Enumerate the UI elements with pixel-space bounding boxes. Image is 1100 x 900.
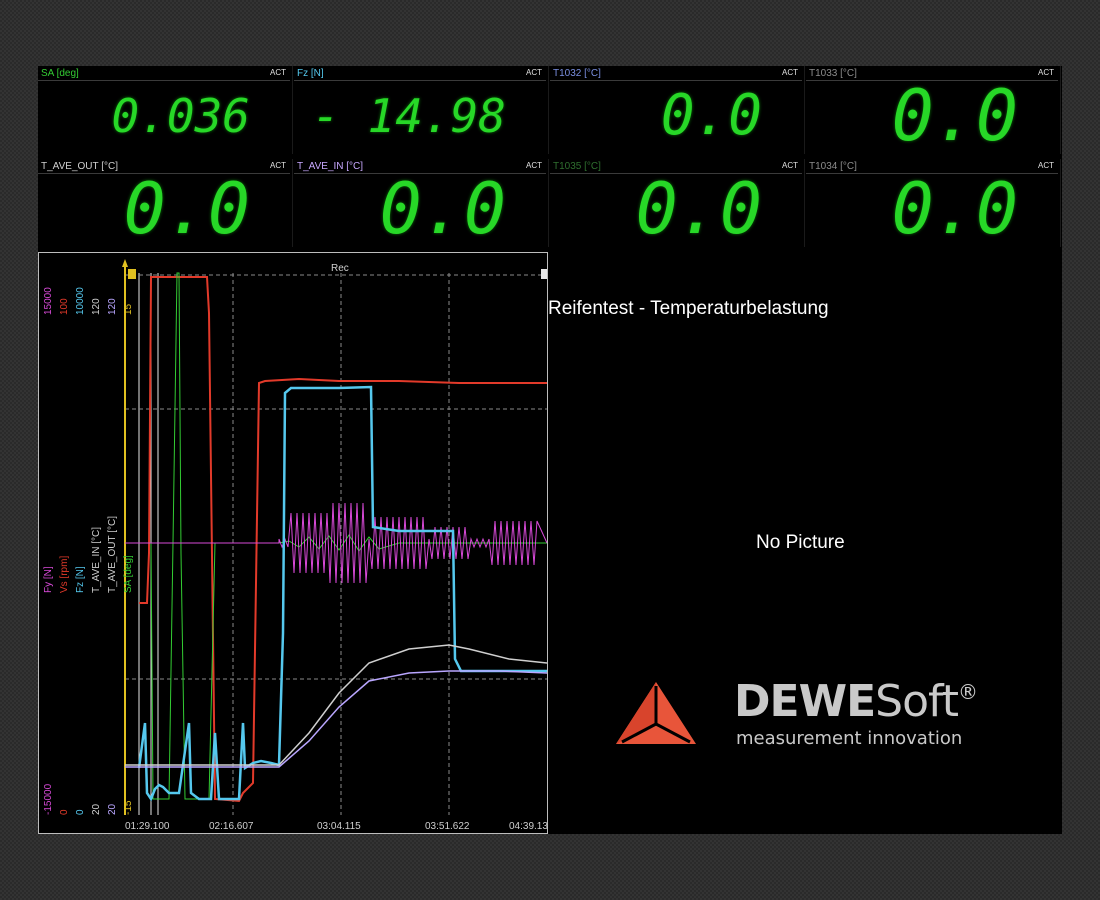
meter-0[interactable]: SA [deg] ACT 0.036: [38, 66, 293, 154]
axis-max-label: 10000: [75, 287, 86, 315]
time-label: 02:16.607: [209, 821, 254, 832]
meter-label: T_AVE_IN [°C]: [297, 161, 364, 172]
meter-act-label: ACT: [526, 68, 542, 77]
time-label: 03:04.115: [317, 821, 361, 832]
cursor-flag-left: [128, 269, 136, 279]
meter-3[interactable]: T1033 [°C] ACT 0.0: [806, 66, 1061, 154]
dewesoft-screen: SA [deg] ACT 0.036 Fz [N] ACT - 14.98 T1032 [°…: [38, 66, 1062, 834]
logo-name-bold: DEWE: [734, 676, 876, 727]
meter-label: T1034 [°C]: [809, 161, 857, 172]
meter-value: 0.0: [660, 83, 762, 148]
series-label: Vs [rpm]: [59, 555, 70, 593]
meter-4[interactable]: T_AVE_OUT [°C] ACT 0.0: [38, 159, 293, 247]
dewesoft-logo: DEWESoft® measurement innovation: [614, 676, 1014, 770]
meter-5[interactable]: T_AVE_IN [°C] ACT 0.0: [294, 159, 549, 247]
meter-label: T1035 [°C]: [553, 161, 601, 172]
meter-label: T1033 [°C]: [809, 68, 857, 79]
meter-value: 0.0: [891, 75, 1018, 157]
axis-max-label: 100: [59, 298, 70, 315]
meter-value: 0.0: [379, 168, 506, 250]
meter-label: T_AVE_OUT [°C]: [41, 161, 118, 172]
meter-6[interactable]: T1035 [°C] ACT 0.0: [550, 159, 805, 247]
series-label: Fz [N]: [75, 566, 86, 593]
axis-min-label: 0: [59, 809, 70, 815]
meter-label: Fz [N]: [297, 68, 324, 79]
meter-act-label: ACT: [1038, 68, 1054, 77]
meter-7[interactable]: T1034 [°C] ACT 0.0: [806, 159, 1061, 247]
t-ave-out-trace: [125, 670, 547, 768]
axis-max-label: 120: [107, 298, 118, 315]
meter-act-label: ACT: [782, 161, 798, 170]
axis-min-label: -15000: [43, 783, 54, 815]
dewesoft-logo-icon: [616, 682, 696, 744]
meter-value: - 14.98: [312, 89, 506, 143]
t-ave-in-trace: [125, 644, 547, 766]
no-picture-placeholder: No Picture: [756, 532, 845, 553]
meter-act-label: ACT: [270, 161, 286, 170]
meter-act-label: ACT: [270, 68, 286, 77]
series-label: T_AVE_OUT [°C]: [107, 516, 118, 593]
meter-label: T1032 [°C]: [553, 68, 601, 79]
page-title: Reifentest - Temperaturbelastung: [548, 298, 829, 319]
series-label: T_AVE_IN [°C]: [91, 526, 102, 593]
logo-registered-mark: ®: [958, 680, 978, 704]
y-axis-arrow: [122, 259, 128, 267]
fz-trace: [137, 385, 547, 802]
meter-2[interactable]: T1032 [°C] ACT 0.0: [550, 66, 805, 154]
meter-act-label: ACT: [526, 161, 542, 170]
meter-label: SA [deg]: [41, 68, 79, 79]
axis-min-label: 0: [75, 809, 86, 815]
recorder-chart[interactable]: Rec 15000 -15000 100 0 10000 0 120 20 120 20 15 -15…: [38, 252, 548, 834]
meter-value: 0.0: [635, 168, 762, 250]
meter-value: 0.0: [891, 168, 1018, 250]
meter-value: 0.0: [123, 168, 250, 250]
logo-name-regular: Soft: [875, 676, 959, 727]
series-label: Fy [N]: [43, 566, 54, 593]
axis-min-label: 20: [107, 803, 118, 815]
axis-max-label: 15: [123, 303, 134, 315]
time-label: 04:39.13: [509, 821, 548, 832]
logo-tagline: measurement innovation: [736, 728, 963, 749]
axis-min-label: 20: [91, 803, 102, 815]
meter-act-label: ACT: [1038, 161, 1054, 170]
meter-value: 0.036: [111, 89, 250, 143]
meter-act-label: ACT: [782, 68, 798, 77]
axis-max-label: 120: [91, 298, 102, 315]
meter-1[interactable]: Fz [N] ACT - 14.98: [294, 66, 549, 154]
time-label: 01:29.100: [125, 821, 170, 832]
time-label: 03:51.622: [425, 821, 470, 832]
sa-trace: [139, 272, 547, 800]
logo-wordmark: DEWESoft®: [734, 676, 978, 727]
series-label: SA [deg]: [123, 555, 134, 593]
vs-trace: [139, 276, 547, 803]
rec-label: Rec: [331, 263, 349, 274]
cursor-flag-right: [541, 269, 547, 279]
axis-max-label: 15000: [43, 287, 54, 315]
axis-min-label: -15: [123, 800, 134, 815]
